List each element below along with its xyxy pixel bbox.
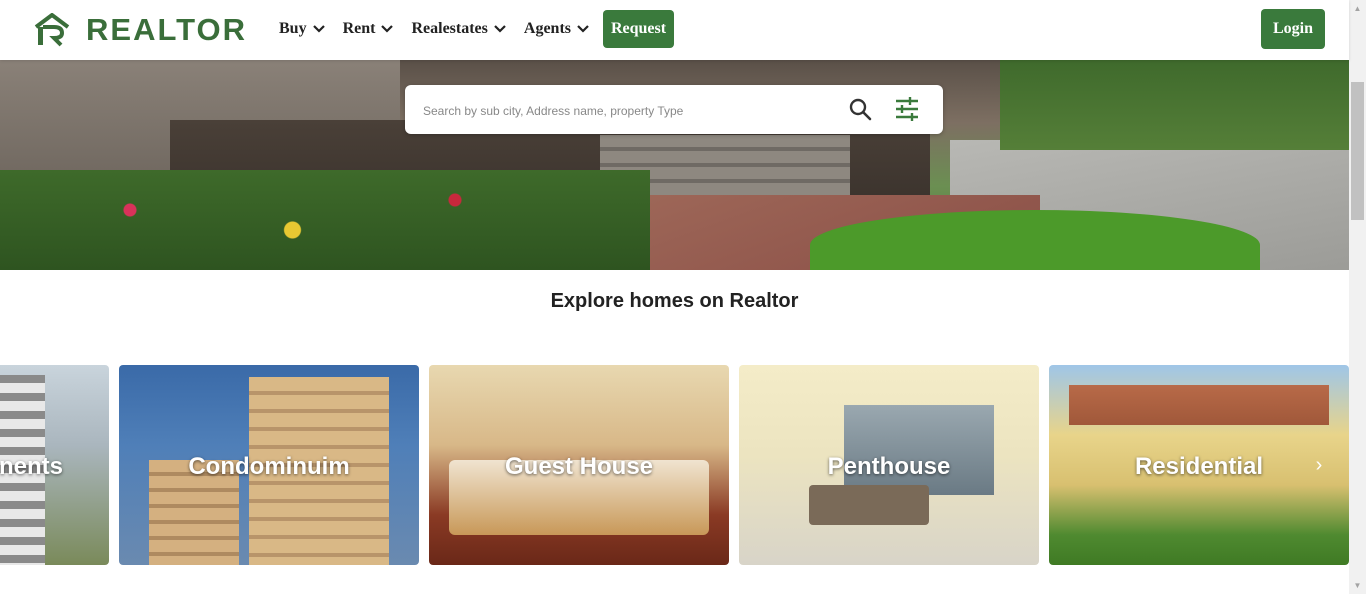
category-label: Residential	[1134, 453, 1264, 480]
logo[interactable]: REALTOR	[34, 12, 247, 48]
nav-agents-label: Agents	[523, 20, 571, 37]
brand-name: REALTOR	[86, 12, 247, 47]
top-navbar: REALTOR Buy Rent Realestates Agents Requ…	[0, 0, 1349, 60]
search-icon[interactable]	[848, 97, 872, 121]
request-button[interactable]: Request	[603, 10, 674, 48]
login-button[interactable]: Login	[1261, 9, 1325, 49]
category-card-apartments[interactable]: nents	[0, 365, 109, 565]
card-image	[1069, 385, 1329, 425]
chevron-down-icon	[381, 25, 394, 33]
carousel-next-icon[interactable]: ›	[1309, 455, 1329, 475]
category-card-condominuim[interactable]: Condominuim	[119, 365, 419, 565]
category-card-residential[interactable]: Residential	[1049, 365, 1349, 565]
nav-buy[interactable]: Buy	[279, 20, 325, 38]
category-label: nents	[0, 453, 63, 480]
nav-agents[interactable]: Agents	[524, 20, 589, 38]
chevron-down-icon	[312, 25, 325, 33]
realtor-logo-icon	[34, 13, 70, 47]
nav-buy-label: Buy	[279, 20, 307, 37]
category-carousel: nents Condominuim Guest House Penthouse …	[0, 365, 1349, 565]
chevron-down-icon	[494, 25, 506, 33]
page-scrollbar[interactable]: ▲ ▼	[1349, 0, 1366, 594]
category-label: Guest House	[504, 453, 654, 480]
nav-rent[interactable]: Rent	[343, 20, 394, 38]
category-card-guest-house[interactable]: Guest House	[429, 365, 729, 565]
card-image	[809, 485, 929, 525]
nav-rent-label: Rent	[342, 20, 376, 37]
scroll-up-icon[interactable]: ▲	[1349, 0, 1366, 17]
filter-sliders-icon[interactable]	[894, 96, 920, 122]
card-image	[844, 405, 994, 495]
hero-trees	[1000, 60, 1349, 150]
category-label: Condominuim	[188, 453, 350, 480]
scroll-thumb[interactable]	[1351, 82, 1364, 220]
nav-realestates-label: Realestates	[411, 20, 488, 37]
section-title: Explore homes on Realtor	[550, 290, 799, 312]
main-nav: Buy Rent Realestates Agents Request	[279, 10, 674, 48]
category-label: Penthouse	[827, 453, 951, 480]
search-bar	[405, 85, 943, 136]
chevron-down-icon	[577, 25, 589, 33]
search-input[interactable]	[421, 85, 825, 136]
category-card-penthouse[interactable]: Penthouse	[739, 365, 1039, 565]
scroll-down-icon[interactable]: ▼	[1349, 577, 1366, 594]
hero-flowers	[0, 170, 650, 270]
nav-realestates[interactable]: Realestates	[411, 20, 506, 38]
